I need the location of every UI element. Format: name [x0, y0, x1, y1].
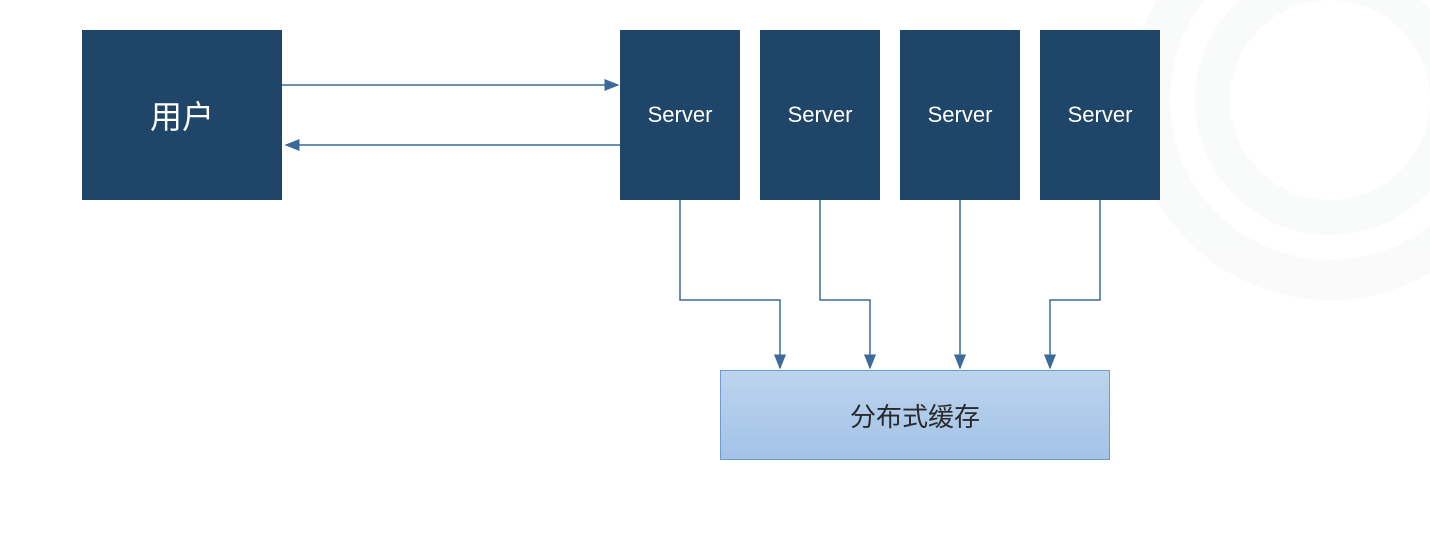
user-box: 用户: [82, 30, 282, 200]
server-box-4: Server: [1040, 30, 1160, 200]
server-label-4: Server: [1068, 102, 1133, 128]
server-label-3: Server: [928, 102, 993, 128]
background-decoration: [1130, 0, 1430, 300]
server-box-3: Server: [900, 30, 1020, 200]
arrow-server2-to-cache: [820, 200, 870, 368]
cache-label: 分布式缓存: [850, 397, 980, 434]
server-label-2: Server: [788, 102, 853, 128]
server-label-1: Server: [648, 102, 713, 128]
server-box-2: Server: [760, 30, 880, 200]
user-label: 用户: [150, 92, 214, 138]
arrow-server4-to-cache: [1050, 200, 1100, 368]
arrow-server1-to-cache: [680, 200, 780, 368]
cache-box: 分布式缓存: [720, 370, 1110, 460]
server-box-1: Server: [620, 30, 740, 200]
